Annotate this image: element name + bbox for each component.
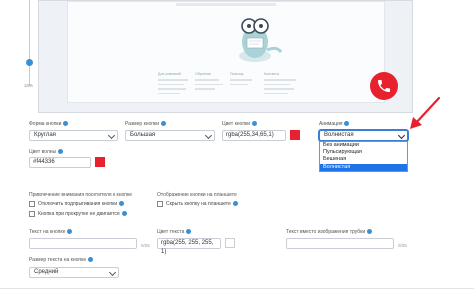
animation-select-value: Волнистая <box>324 132 354 138</box>
info-icon[interactable] <box>58 149 64 155</box>
size-label: Размер кнопки <box>125 121 166 127</box>
text-color-input[interactable]: rgba(255, 255, 255, 1) <box>157 238 221 255</box>
text-size-select-value: Средний <box>34 269 59 275</box>
chevron-down-icon <box>204 131 213 140</box>
animation-option[interactable]: Бешеная <box>320 156 407 163</box>
text-color-label: Цвет текста <box>157 229 192 235</box>
size-select[interactable]: Большая <box>125 130 215 141</box>
attention-label: Привлечение внимания посетителя к кнопке <box>29 192 133 198</box>
chevron-down-icon <box>108 268 117 277</box>
shape-select[interactable]: Круглая <box>29 130 118 141</box>
preview-panel: Для компаний Обучение Помощь Контакты <box>38 0 413 113</box>
preview-footer-col-2: Обучение <box>195 72 229 90</box>
info-icon[interactable] <box>252 121 258 127</box>
call-button-preview[interactable] <box>370 72 398 100</box>
info-icon[interactable] <box>88 257 94 263</box>
arrow-annotation-icon <box>410 96 441 129</box>
info-icon[interactable] <box>232 201 238 207</box>
color-label: Цвет кнопки <box>222 121 258 127</box>
info-icon[interactable] <box>121 211 127 217</box>
info-icon[interactable] <box>67 229 73 235</box>
wave-color-label: Цвет волны <box>29 149 64 155</box>
disable-bounce-checkbox[interactable] <box>29 201 35 207</box>
preview-footer-col-4: Контакты <box>264 72 304 94</box>
info-icon[interactable] <box>344 121 350 127</box>
shape-label: Форма кнопки <box>29 121 69 127</box>
wave-color-input[interactable]: #f44336 <box>29 157 91 168</box>
info-icon[interactable] <box>161 121 166 127</box>
zoom-slider-value: 10% <box>24 83 34 88</box>
info-icon[interactable] <box>186 229 192 235</box>
info-icon[interactable] <box>119 201 125 207</box>
preview-footer-col-1: Для компаний <box>158 72 192 94</box>
text-size-label: Размер текста на кнопке <box>29 257 94 263</box>
static-on-scroll-checkbox[interactable] <box>29 211 35 217</box>
animation-option[interactable]: Без анимации <box>320 142 407 149</box>
phone-icon <box>378 80 390 92</box>
chevron-down-icon <box>107 131 116 140</box>
chevron-down-icon <box>397 131 406 140</box>
size-select-value: Большая <box>130 132 156 138</box>
hide-on-tablet-label: Скрыть кнопку на планшете <box>166 201 238 207</box>
hide-on-tablet-checkbox[interactable] <box>157 201 163 207</box>
bottom-divider <box>0 288 474 289</box>
animation-select[interactable]: Волнистая <box>319 130 408 141</box>
tablet-label: Отображение кнопки на планшете <box>157 192 237 198</box>
button-color-swatch[interactable] <box>290 130 300 140</box>
disable-bounce-label: Отключить подпрыгивания кнопки <box>38 201 125 207</box>
zoom-slider-handle[interactable] <box>26 59 33 66</box>
text-color-swatch[interactable] <box>225 238 235 248</box>
animation-option-selected[interactable]: Волнистая <box>320 163 407 171</box>
static-on-scroll-label: Кнопка при прокрутке не двигается <box>38 211 127 217</box>
animation-dropdown: Без анимации Пульсирующая Бешеная Волнис… <box>319 141 408 172</box>
button-text-input[interactable] <box>29 238 137 249</box>
button-color-input[interactable]: rgba(255,34,65,1) <box>222 130 286 141</box>
text-size-select[interactable]: Средний <box>29 267 119 278</box>
button-text-counter: 0/25 <box>141 243 150 248</box>
info-icon[interactable] <box>367 229 373 235</box>
alt-text-label: Текст вместо изображения трубки <box>286 229 373 235</box>
animation-label: Анимация <box>319 121 350 127</box>
wave-color-swatch[interactable] <box>95 157 105 167</box>
alt-text-counter: 0/25 <box>398 243 407 248</box>
mascot-illustration <box>239 18 283 62</box>
preview-faded-header <box>176 3 276 6</box>
preview-page: Для компаний Обучение Помощь Контакты <box>67 1 398 103</box>
shape-select-value: Круглая <box>34 132 56 138</box>
animation-option[interactable]: Пульсирующая <box>320 149 407 156</box>
info-icon[interactable] <box>63 121 69 127</box>
button-text-label: Текст на кнопке <box>29 229 73 235</box>
preview-footer-col-3: Помощь <box>230 72 264 85</box>
zoom-slider-track[interactable] <box>29 0 30 86</box>
alt-text-input[interactable] <box>286 238 394 249</box>
